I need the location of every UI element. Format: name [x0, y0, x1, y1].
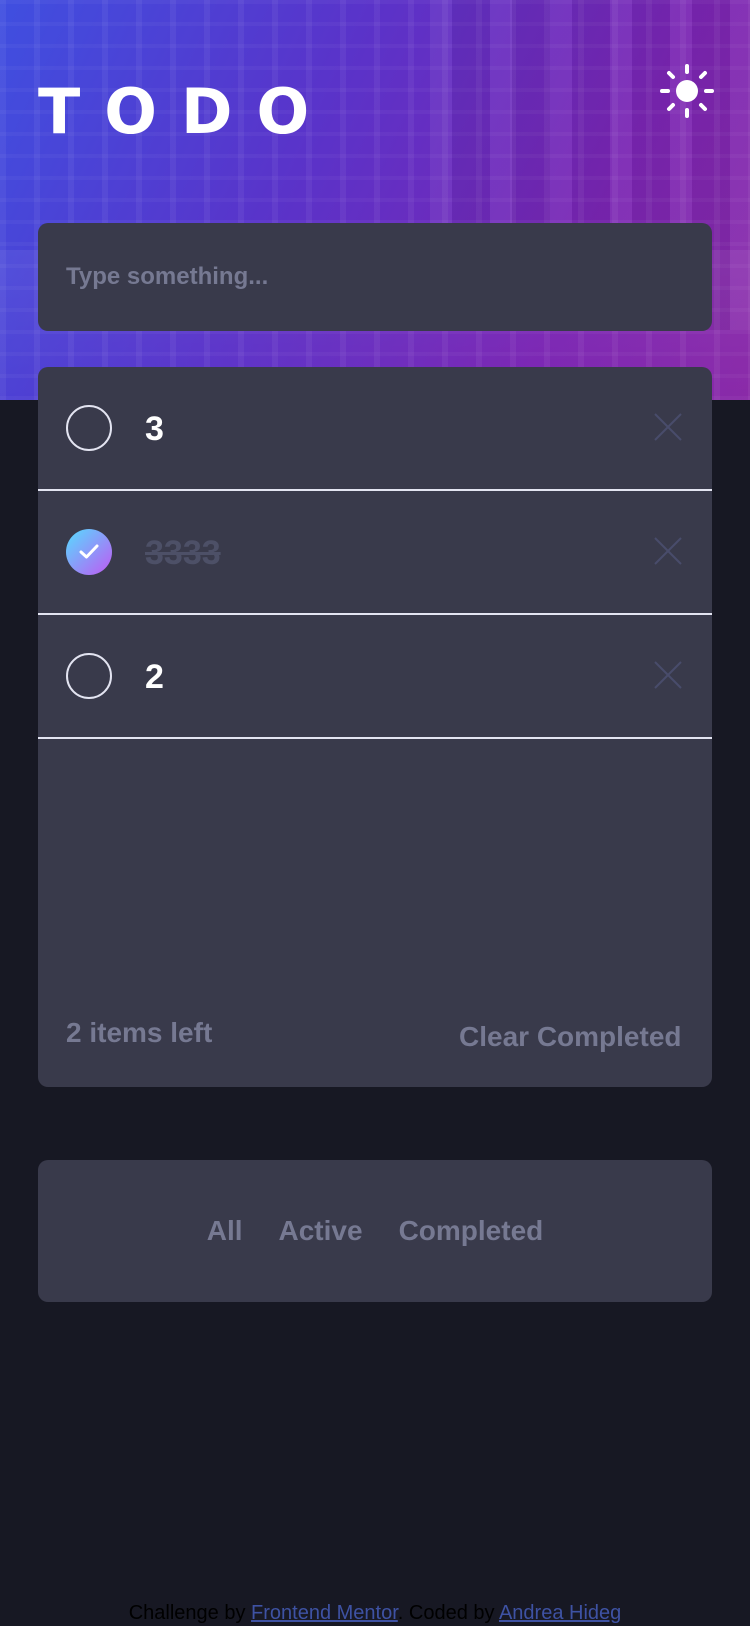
todo-checkbox[interactable] — [66, 405, 112, 451]
todo-text: 3 — [145, 410, 164, 448]
attribution-prefix: Challenge by — [128, 1602, 252, 1624]
attribution-middle: . Coded by — [397, 1602, 499, 1624]
check-icon — [79, 544, 99, 559]
todo-item: 2 — [38, 615, 712, 739]
new-todo-card — [38, 223, 712, 331]
author-link[interactable]: Andrea Hideg — [499, 1602, 621, 1624]
filter-group: All Active Completed — [38, 1160, 712, 1302]
frontend-mentor-link[interactable]: Frontend Mentor — [251, 1602, 398, 1624]
new-todo-input[interactable] — [66, 223, 666, 331]
todo-item: 3333 — [38, 491, 712, 615]
filter-completed[interactable]: Completed — [399, 1215, 544, 1247]
items-left-count: 2 items left — [66, 1017, 213, 1048]
clear-completed-button[interactable]: Clear Completed — [459, 1021, 682, 1053]
todo-list: 3 3333 2 2 items left Clear Completed — [38, 367, 712, 1087]
page-title: TODO — [38, 75, 334, 148]
todo-checkbox[interactable] — [66, 653, 112, 699]
todo-text: 3333 — [145, 534, 221, 572]
filter-all[interactable]: All — [207, 1215, 243, 1247]
attribution: Challenge by Frontend Mentor. Coded by A… — [0, 1602, 750, 1625]
filter-active[interactable]: Active — [279, 1215, 363, 1247]
todo-item: 3 — [38, 367, 712, 491]
close-icon[interactable] — [653, 660, 683, 690]
filter-bar: All Active Completed — [38, 1160, 712, 1302]
todo-checkbox[interactable] — [66, 529, 112, 575]
sun-icon[interactable] — [660, 64, 714, 118]
header-background — [0, 0, 750, 400]
close-icon[interactable] — [653, 412, 683, 442]
close-icon[interactable] — [653, 536, 683, 566]
todo-text: 2 — [145, 658, 164, 696]
